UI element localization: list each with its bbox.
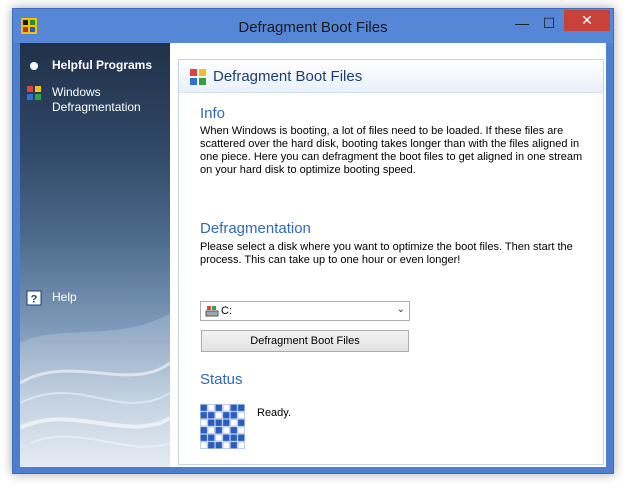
status-text: Ready.: [257, 407, 292, 419]
disk-map-cell: [215, 434, 223, 442]
disk-map-cell: [200, 426, 208, 434]
sidebar-item-label: Help: [52, 290, 77, 304]
disk-map-cell: [222, 404, 230, 412]
sidebar-item-label: Helpful Programs: [52, 58, 153, 72]
sidebar-item-windows-defragmentation[interactable]: Windows Defragmentation: [26, 85, 152, 115]
disk-map-cell: [200, 411, 208, 419]
disk-map-cell: [237, 441, 245, 449]
svg-text:?: ?: [31, 294, 38, 306]
disk-map-cell: [207, 419, 215, 427]
disk-map-cell: [200, 404, 208, 412]
disk-select[interactable]: C: ⌄: [200, 301, 410, 321]
title-bar[interactable]: Defragment Boot Files — ☐ ✕: [13, 9, 613, 43]
drive-icon: [205, 306, 219, 317]
disk-map-cell: [237, 404, 245, 412]
disk-map-cell: [230, 441, 238, 449]
info-heading: Info: [200, 105, 226, 122]
sidebar-item-help[interactable]: ? Help: [26, 290, 77, 306]
disk-map-cell: [215, 441, 223, 449]
disk-map-cell: [230, 404, 238, 412]
disk-map-cell: [200, 434, 208, 442]
disk-map-cell: [222, 411, 230, 419]
disk-map-cell: [230, 434, 238, 442]
disk-map-cell: [200, 441, 208, 449]
disk-map-cell: [222, 426, 230, 434]
defragmentation-text: Please select a disk where you want to o…: [200, 241, 573, 266]
disk-map-cell: [207, 426, 215, 434]
disk-map-cell: [215, 411, 223, 419]
sidebar: Helpful Programs Windows Defragmentation…: [20, 43, 170, 467]
info-text: When Windows is booting, a lot of files …: [200, 125, 583, 176]
main-panel: Defragment Boot Files Info When Windows …: [178, 59, 604, 465]
disk-map-cell: [215, 419, 223, 427]
sidebar-item-helpful-programs[interactable]: Helpful Programs: [26, 58, 152, 74]
disk-map-cell: [230, 411, 238, 419]
status-heading: Status: [200, 371, 243, 388]
maximize-button[interactable]: ☐: [536, 13, 562, 33]
disk-map-cell: [237, 434, 245, 442]
disk-map-cell: [207, 404, 215, 412]
panel-title: Defragment Boot Files: [213, 68, 363, 85]
disk-map-cell: [200, 419, 208, 427]
client-area: Helpful Programs Windows Defragmentation…: [20, 43, 606, 467]
disk-map-cell: [237, 426, 245, 434]
disk-map-cell: [222, 419, 230, 427]
chevron-down-icon[interactable]: ⌄: [397, 304, 405, 315]
app-window: Defragment Boot Files — ☐ ✕ Helpful Prog…: [12, 8, 614, 474]
disk-map-cell: [222, 441, 230, 449]
disk-map-icon: [200, 404, 245, 449]
panel-header: Defragment Boot Files: [179, 60, 603, 93]
minimize-button[interactable]: —: [509, 13, 535, 33]
defragmentation-heading: Defragmentation: [200, 220, 311, 237]
help-icon: ?: [26, 290, 42, 306]
disk-map-cell: [207, 441, 215, 449]
disk-map-cell: [215, 426, 223, 434]
disk-map-cell: [237, 419, 245, 427]
disk-map-cell: [207, 434, 215, 442]
disk-map-cell: [222, 434, 230, 442]
defrag-icon: [190, 69, 206, 85]
disk-map-cell: [230, 419, 238, 427]
close-button[interactable]: ✕: [564, 10, 610, 31]
sidebar-item-label: Windows Defragmentation: [52, 85, 141, 114]
bullet-icon: [30, 62, 38, 70]
defrag-icon: [27, 86, 41, 100]
defragment-boot-files-button[interactable]: Defragment Boot Files: [201, 330, 409, 352]
disk-map-cell: [207, 411, 215, 419]
disk-map-cell: [230, 426, 238, 434]
disk-map-cell: [215, 404, 223, 412]
disk-select-value: C:: [221, 305, 232, 317]
disk-map-cell: [237, 411, 245, 419]
